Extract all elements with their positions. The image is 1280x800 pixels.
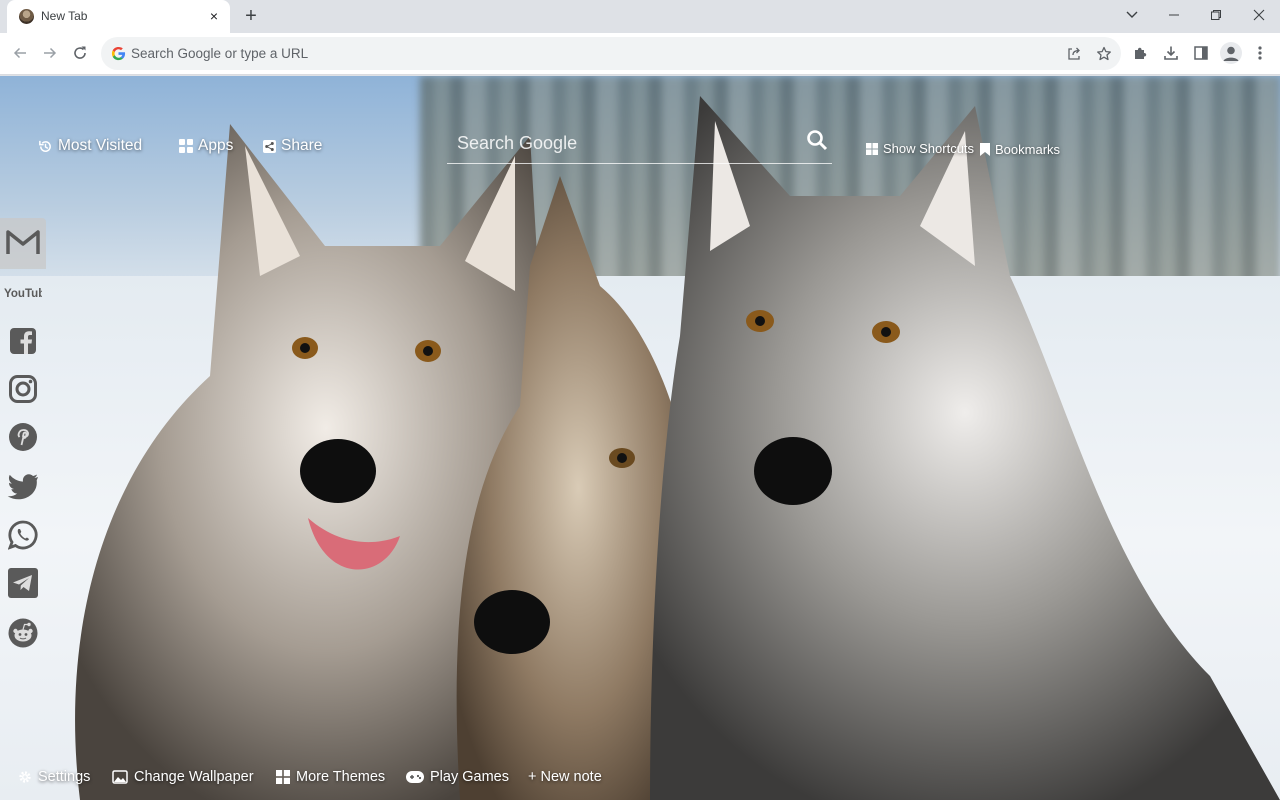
new-note-label: + New note bbox=[528, 769, 602, 785]
show-shortcuts-link[interactable]: Show Shortcuts bbox=[866, 141, 974, 156]
themes-grid-icon bbox=[276, 770, 290, 784]
image-icon bbox=[112, 770, 128, 784]
settings-link[interactable]: Settings bbox=[18, 769, 90, 785]
gamepad-icon bbox=[406, 771, 424, 783]
apps-link[interactable]: Apps bbox=[179, 137, 233, 155]
share-icon[interactable] bbox=[1065, 45, 1083, 63]
reddit-icon[interactable] bbox=[4, 614, 42, 652]
bookmark-icon bbox=[980, 143, 990, 156]
close-icon[interactable] bbox=[1247, 4, 1271, 26]
share-link[interactable]: Share bbox=[263, 137, 322, 155]
bookmark-star-icon[interactable] bbox=[1095, 45, 1113, 63]
google-g-icon bbox=[111, 46, 126, 61]
instagram-icon[interactable] bbox=[4, 370, 42, 408]
extensions-icon[interactable] bbox=[1131, 43, 1151, 63]
tab-close-icon[interactable]: × bbox=[206, 8, 222, 24]
reload-icon[interactable] bbox=[68, 41, 92, 65]
most-visited-label: Most Visited bbox=[58, 137, 143, 154]
settings-label: Settings bbox=[38, 769, 91, 785]
tab-title: New Tab bbox=[41, 9, 88, 23]
omnibox[interactable]: Search Google or type a URL bbox=[101, 37, 1121, 70]
tab-strip: New Tab × + bbox=[0, 0, 1280, 33]
side-panel-icon[interactable] bbox=[1191, 43, 1211, 63]
tab-search-icon[interactable] bbox=[1120, 4, 1144, 26]
share-box-icon bbox=[263, 139, 276, 153]
menu-icon[interactable] bbox=[1250, 43, 1270, 63]
telegram-icon[interactable] bbox=[4, 564, 42, 602]
twitter-icon[interactable] bbox=[4, 468, 42, 506]
change-wallpaper-label: Change Wallpaper bbox=[134, 769, 254, 785]
restore-icon[interactable] bbox=[1204, 4, 1228, 26]
play-games-label: Play Games bbox=[430, 769, 509, 785]
new-tab-button[interactable]: + bbox=[240, 5, 262, 27]
back-icon[interactable] bbox=[8, 41, 32, 65]
tab-new-tab[interactable]: New Tab × bbox=[7, 0, 230, 33]
profile-icon[interactable] bbox=[1220, 42, 1242, 64]
download-icon[interactable] bbox=[1161, 43, 1181, 63]
wolf-favicon-icon bbox=[19, 9, 34, 24]
play-games-link[interactable]: Play Games bbox=[406, 769, 509, 785]
gmail-icon[interactable] bbox=[4, 224, 42, 262]
wolves-wallpaper-image bbox=[75, 96, 1280, 800]
share-label: Share bbox=[281, 137, 323, 154]
youtube-label: YouTube bbox=[4, 288, 42, 300]
gear-icon bbox=[19, 771, 31, 783]
whatsapp-icon[interactable] bbox=[4, 516, 42, 554]
more-themes-label: More Themes bbox=[296, 769, 386, 785]
change-wallpaper-link[interactable]: Change Wallpaper bbox=[112, 769, 254, 785]
minimize-icon[interactable] bbox=[1162, 4, 1186, 26]
bookmarks-label: Bookmarks bbox=[995, 142, 1061, 157]
show-shortcuts-label: Show Shortcuts bbox=[883, 141, 975, 156]
more-themes-link[interactable]: More Themes bbox=[276, 769, 385, 785]
social-sidebar: YouTube bbox=[0, 218, 46, 670]
youtube-icon[interactable]: YouTube bbox=[4, 274, 42, 312]
most-visited-link[interactable]: Most Visited bbox=[38, 137, 142, 155]
forward-icon[interactable] bbox=[38, 41, 62, 65]
new-note-link[interactable]: + New note bbox=[528, 769, 602, 785]
facebook-icon[interactable] bbox=[4, 322, 42, 360]
browser-toolbar: Search Google or type a URL bbox=[0, 33, 1280, 75]
omnibox-placeholder: Search Google or type a URL bbox=[131, 46, 309, 61]
new-tab-page: Most Visited Apps Share Show Shortcuts B… bbox=[0, 76, 1280, 800]
ntp-search-box[interactable] bbox=[447, 126, 832, 164]
bookmarks-link[interactable]: Bookmarks bbox=[980, 142, 1060, 157]
pinterest-icon[interactable] bbox=[4, 418, 42, 456]
windows-grid-icon bbox=[866, 142, 878, 155]
history-icon bbox=[39, 140, 51, 152]
ntp-search-input[interactable] bbox=[457, 128, 797, 158]
search-icon[interactable] bbox=[806, 129, 828, 151]
apps-grid-icon bbox=[179, 139, 193, 153]
apps-label: Apps bbox=[198, 137, 234, 154]
